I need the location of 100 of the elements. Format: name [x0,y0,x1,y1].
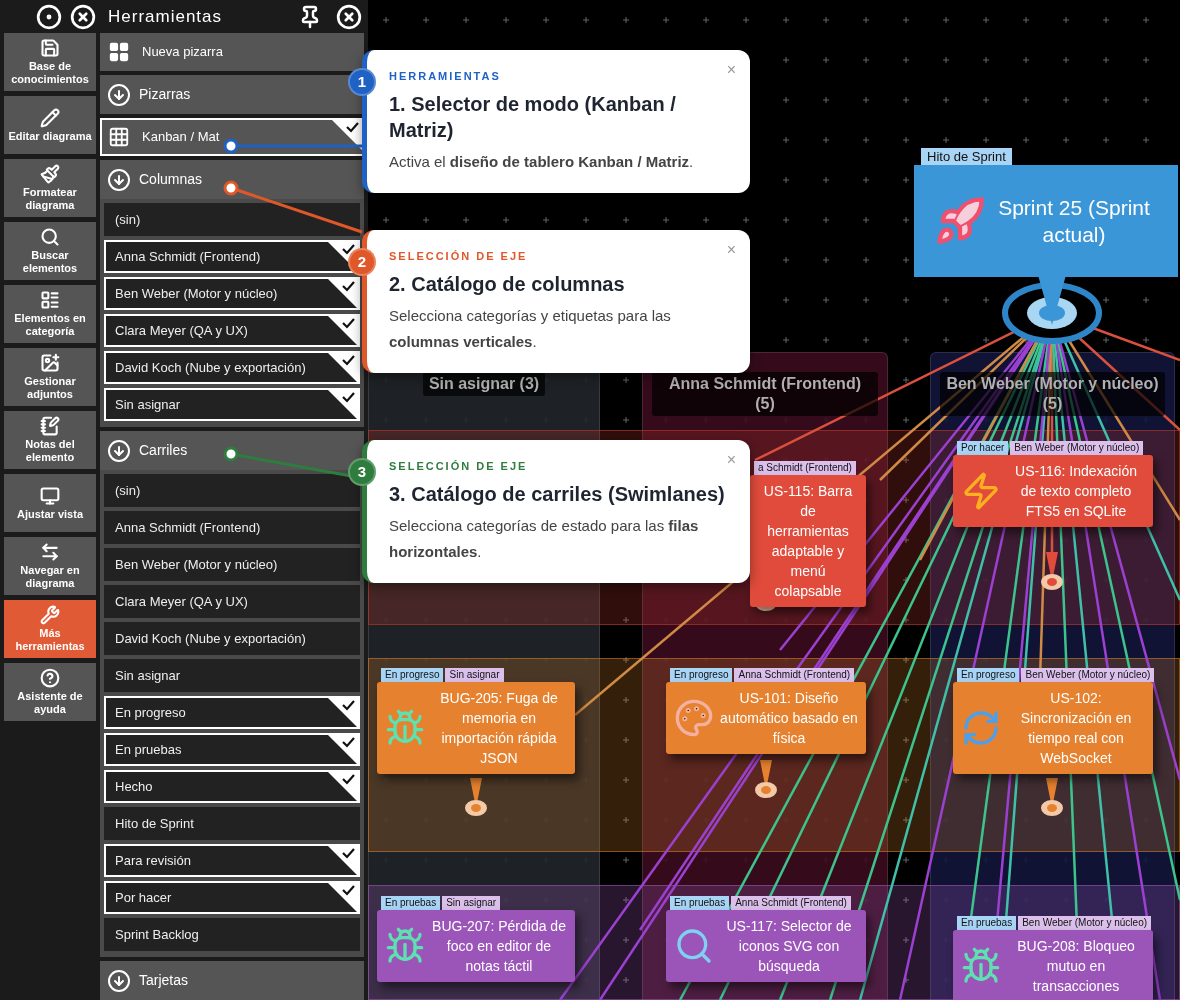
list-option[interactable]: Por hacer [104,881,360,914]
check-icon [328,735,358,765]
image-icon [40,353,60,373]
check-icon [328,883,358,913]
status-tag: Por hacer [957,441,1009,455]
pencil-icon [40,107,60,128]
callout-category: SELECCIÓN DE EJE [389,249,529,264]
list-option[interactable]: En pruebas [104,733,360,766]
milestone-tag: Hito de Sprint [921,148,1012,165]
arrow-down-icon [107,82,131,107]
check-icon [328,390,358,420]
callout-category: SELECCIÓN DE EJE [389,459,529,474]
monitor-icon [40,485,60,506]
help-icon [40,668,60,688]
tool-button[interactable]: Buscar elementos [4,222,96,280]
check-icon [328,698,358,728]
list-option[interactable]: Ben Weber (Motor y núcleo) [104,277,360,310]
task-card[interactable]: US-117: Selector de iconos SVG con búsqueda [666,910,866,982]
callout-category: HERRAMIENTAS [389,69,502,84]
task-card[interactable]: BUG-208: Bloqueo mutuo en transacciones [953,930,1153,1000]
lightning-icon [961,471,1001,511]
tool-button[interactable]: Gestionar adjuntos [4,348,96,406]
list-option[interactable]: (sin) [104,203,360,236]
check-icon [328,316,358,346]
list-option[interactable]: David Koch (Nube y exportación) [104,351,360,384]
tool-button[interactable]: Navegar en diagrama [4,537,96,595]
list-option[interactable]: Clara Meyer (QA y UX) [104,585,360,618]
callout-title: 1. Selector de modo (Kanban / Matriz) [389,91,677,143]
task-card[interactable]: US-115: Barra de herramientas adaptable y menú colapsable [750,475,866,607]
arrow-down-icon [107,167,131,192]
card-title: US-101: Diseño automático basado en física [720,689,858,748]
close-icon[interactable] [70,3,96,30]
owner-tag: Ben Weber (Motor y núcleo) [1021,668,1155,682]
status-tag: En pruebas [957,916,1017,930]
list-option[interactable]: Para revisión [104,844,360,877]
new-board-button[interactable]: Nueva pizarra [100,33,364,71]
milestone-title: Sprint 25 (Sprint actual) [997,195,1151,248]
refresh-icon [961,708,1001,748]
section-header[interactable]: Columnas [100,160,364,199]
card-title: US-115: Barra de herramientas adaptable y menú colapsable [762,482,854,601]
list-option[interactable]: Clara Meyer (QA y UX) [104,314,360,347]
tool-button[interactable]: Asistente de ayuda [4,663,96,721]
owner-tag: Ben Weber (Motor y núcleo) [1010,441,1144,455]
tool-button[interactable]: Base de conocimientos [4,33,96,91]
list-option[interactable]: Sin asignar [104,659,360,692]
tool-button[interactable]: Ajustar vista [4,474,96,532]
list-option[interactable]: Ben Weber (Motor y núcleo) [104,548,360,581]
pin-marker [754,760,778,800]
panel-title: Herramientas [108,5,224,28]
owner-tag: a Schmidt (Frontend) [754,461,856,475]
card-title: US-116: Indexación de texto completo FTS5 en SQLite [1014,462,1138,521]
search-icon [40,227,60,247]
column-title: Sin asignar (3) [422,372,546,396]
grid-icon [108,126,130,148]
task-card[interactable]: BUG-207: Pérdida de foco en editor de notas táctil [377,910,575,982]
save-icon [40,38,60,58]
status-tag: En pruebas [381,896,441,910]
tool-button[interactable]: Más herramientas [4,600,96,658]
list-option[interactable]: Sprint Backlog [104,918,360,951]
rocket-icon [934,195,986,247]
arrow-down-icon [107,968,131,993]
card-title: BUG-205: Fuga de memoria en importación rápida JSON [439,689,559,768]
check-icon [328,353,358,383]
section-header[interactable]: Tarjetas [100,961,364,1000]
callout-body: Selecciona categorías de estado para las filas horizontales. [389,515,700,562]
tool-button[interactable]: Editar diagrama [4,96,96,154]
status-tag: En progreso [670,668,733,682]
tool-button[interactable]: Formatear diagrama [4,159,96,217]
list-option[interactable]: Sin asignar [104,388,360,421]
close-icon[interactable] [336,3,362,30]
list-option[interactable]: Hito de Sprint [104,807,360,840]
pin-marker [1040,552,1064,592]
tool-button[interactable]: Notas del elemento [4,411,96,469]
mode-option[interactable]: Kanban / Mat [100,118,364,156]
target-icon[interactable] [36,3,62,30]
list-option[interactable]: Anna Schmidt (Frontend) [104,511,360,544]
check-icon [328,279,358,309]
callout-title: 2. Catálogo de columnas [389,271,626,297]
status-tag: En progreso [381,668,444,682]
pin-marker [1040,778,1064,818]
arrows-icon [40,542,60,562]
card-title: US-117: Selector de iconos SVG con búsqueda [725,917,853,976]
callout-body: Activa el diseño de tablero Kanban / Matriz. [389,151,695,172]
brush-icon [40,164,60,184]
card-title: US-102: Sincronización en tiempo real con WebSocket [1019,689,1133,768]
owner-tag: Anna Schmidt (Frontend) [731,896,851,910]
list-option[interactable]: En progreso [104,696,360,729]
check-icon [328,846,358,876]
status-tag: En pruebas [670,896,730,910]
pin-marker [464,778,488,818]
arrow-down-icon [107,438,131,463]
list-option[interactable]: David Koch (Nube y exportación) [104,622,360,655]
owner-tag: Sin asignar [442,896,501,910]
task-card[interactable]: US-116: Indexación de texto completo FTS5 en SQLite [953,455,1153,527]
owner-tag: Sin asignar [445,668,504,682]
callout-body: Selecciona categorías y etiquetas para las columnas verticales. [389,305,672,352]
owner-tag: Ben Weber (Motor y núcleo) [1018,916,1152,930]
list-option[interactable]: Hecho [104,770,360,803]
list-icon [40,290,60,310]
tool-button[interactable]: Elementos en categoría [4,285,96,343]
